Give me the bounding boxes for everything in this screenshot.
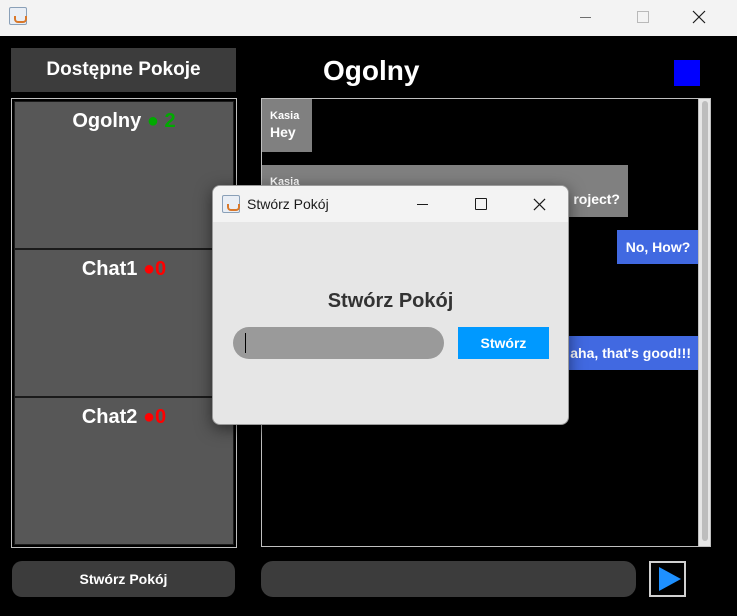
room-item-chat1[interactable]: Chat1 ●0	[14, 249, 234, 397]
offline-dot-icon: ●	[142, 258, 156, 280]
dialog-title: Stwórz Pokój	[247, 196, 329, 212]
text-caret	[245, 333, 246, 353]
close-icon	[692, 10, 706, 24]
dialog-minimize-button[interactable]	[399, 186, 445, 222]
message-text: Hey	[270, 124, 296, 140]
java-app-icon	[222, 195, 240, 213]
create-room-dialog: Stwórz Pokój Stwórz Pokój Stwórz	[212, 185, 569, 425]
message-text: aha, that's good!!!	[570, 345, 691, 361]
room-name: Ogolny	[72, 110, 142, 132]
room-name: Chat1	[81, 258, 138, 280]
chat-room-title: Ogolny	[323, 55, 420, 86]
maximize-button[interactable]	[620, 0, 666, 34]
app-window: Dostępne Pokoje Ogolny ● 2 Chat1 ●0 Chat…	[0, 0, 737, 616]
room-user-count: 0	[155, 406, 167, 428]
dialog-close-button[interactable]	[516, 186, 562, 222]
window-titlebar	[0, 0, 737, 36]
room-user-count: 0	[155, 258, 167, 280]
rooms-header: Dostępne Pokoje	[11, 48, 236, 92]
message-text: No, How?	[625, 239, 691, 255]
close-icon	[533, 198, 545, 210]
message-bubble: aha, that's good!!!	[559, 336, 699, 370]
create-room-button[interactable]: Stwórz Pokój	[12, 561, 235, 597]
message-sender: Kasia	[270, 110, 300, 122]
send-button[interactable]	[649, 561, 686, 597]
room-item-ogolny[interactable]: Ogolny ● 2	[14, 101, 234, 249]
room-name-input[interactable]	[233, 327, 444, 359]
java-app-icon	[9, 7, 27, 25]
message-bubble: Kasia Hey	[262, 99, 312, 152]
create-button[interactable]: Stwórz	[458, 327, 549, 359]
room-user-count: 2	[164, 110, 176, 132]
rooms-list: Ogolny ● 2 Chat1 ●0 Chat2 ●0	[11, 98, 237, 548]
room-name: Chat2	[81, 406, 138, 428]
status-indicator	[674, 60, 700, 86]
message-bubble: No, How?	[617, 230, 699, 264]
online-dot-icon: ●	[146, 110, 159, 132]
dialog-maximize-button[interactable]	[458, 186, 504, 222]
room-item-chat2[interactable]: Chat2 ●0	[14, 397, 234, 545]
offline-dot-icon: ●	[142, 406, 156, 428]
close-button[interactable]	[676, 0, 722, 34]
dialog-titlebar: Stwórz Pokój	[213, 186, 568, 222]
minimize-button[interactable]	[562, 0, 608, 34]
background-console-text	[0, 606, 737, 616]
message-input[interactable]	[261, 561, 636, 597]
dialog-heading: Stwórz Pokój	[327, 290, 454, 312]
chat-scrollbar[interactable]	[698, 99, 710, 546]
